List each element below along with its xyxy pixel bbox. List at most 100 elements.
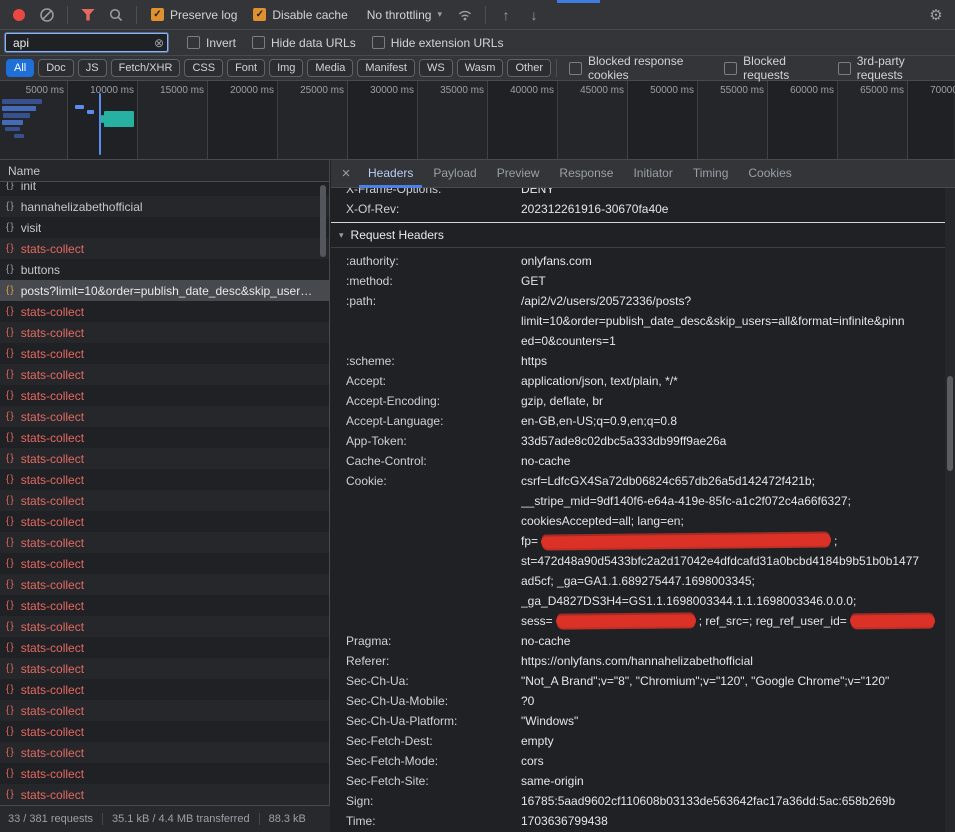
tab-timing[interactable]: Timing: [684, 160, 738, 188]
close-details-icon[interactable]: ×: [335, 165, 357, 182]
general-headers: X-Frame-Options:DENYX-Of-Rev:20231226191…: [331, 188, 955, 219]
request-name: stats-collect: [21, 725, 84, 739]
header-name: Sec-Fetch-Dest:: [331, 731, 521, 751]
script-icon: {}: [6, 747, 15, 758]
request-row[interactable]: {}stats-collect: [0, 511, 329, 532]
request-row[interactable]: {}stats-collect: [0, 763, 329, 784]
clear-button[interactable]: [34, 3, 60, 27]
chevron-down-icon: ▾: [437, 9, 442, 20]
filter-chip-fetch-xhr[interactable]: Fetch/XHR: [111, 59, 181, 77]
list-scrollbar[interactable]: [318, 183, 328, 783]
request-row[interactable]: {}buttons: [0, 259, 329, 280]
time-tick-label: 5000 ms: [8, 85, 64, 96]
request-row[interactable]: {}stats-collect: [0, 532, 329, 553]
request-row[interactable]: {}stats-collect: [0, 574, 329, 595]
clear-filter-icon[interactable]: ⊗: [154, 36, 164, 50]
details-scrollbar-thumb[interactable]: [947, 376, 953, 471]
script-icon: {}: [6, 432, 15, 443]
request-row[interactable]: {}stats-collect: [0, 469, 329, 490]
filter-chip-manifest[interactable]: Manifest: [357, 59, 415, 77]
time-tick-label: 25000 ms: [288, 85, 344, 96]
import-har-button[interactable]: ↑: [493, 3, 519, 27]
record-button[interactable]: [6, 3, 32, 27]
filter-chip-img[interactable]: Img: [269, 59, 303, 77]
request-row[interactable]: {}visit: [0, 217, 329, 238]
waterfall-overview[interactable]: 5000 ms10000 ms15000 ms20000 ms25000 ms3…: [0, 81, 955, 160]
request-row[interactable]: {}stats-collect: [0, 301, 329, 322]
checkbox-blocked-requests[interactable]: Blocked requests: [724, 54, 822, 82]
tab-preview[interactable]: Preview: [488, 160, 549, 188]
request-row[interactable]: {}stats-collect: [0, 406, 329, 427]
advanced-filter-checkboxes: Blocked response cookies Blocked requests…: [562, 54, 949, 82]
filter-chip-wasm[interactable]: Wasm: [457, 59, 504, 77]
request-row[interactable]: {}stats-collect: [0, 679, 329, 700]
request-row[interactable]: {}stats-collect: [0, 595, 329, 616]
request-row[interactable]: {}stats-collect: [0, 385, 329, 406]
request-row[interactable]: {}stats-collect: [0, 490, 329, 511]
request-row[interactable]: {}stats-collect: [0, 742, 329, 763]
network-conditions-button[interactable]: [452, 3, 478, 27]
throttling-select[interactable]: No throttling ▾: [359, 8, 450, 22]
request-row[interactable]: {}stats-collect: [0, 658, 329, 679]
request-name: stats-collect: [21, 389, 84, 403]
header-row: Sec-Ch-Ua-Mobile:?0: [331, 691, 955, 711]
request-row[interactable]: {}stats-collect: [0, 448, 329, 469]
checkbox-hide-data-urls[interactable]: Hide data URLs: [252, 36, 356, 50]
filter-input[interactable]: [11, 35, 149, 51]
details-scrollbar[interactable]: [945, 188, 955, 832]
header-name: Pragma:: [331, 631, 521, 651]
request-row[interactable]: {}posts?limit=10&order=publish_date_desc…: [0, 280, 329, 301]
request-row[interactable]: {}stats-collect: [0, 784, 329, 805]
tab-payload[interactable]: Payload: [424, 160, 485, 188]
request-row[interactable]: {}stats-collect: [0, 238, 329, 259]
request-row[interactable]: {}stats-collect: [0, 322, 329, 343]
filter-chip-media[interactable]: Media: [307, 59, 353, 77]
filter-toggle-button[interactable]: [75, 3, 101, 27]
filter-chip-ws[interactable]: WS: [419, 59, 453, 77]
tab-response[interactable]: Response: [550, 160, 622, 188]
time-tick-label: 30000 ms: [358, 85, 414, 96]
filter-chip-all[interactable]: All: [6, 59, 34, 77]
tab-initiator[interactable]: Initiator: [624, 160, 681, 188]
checkbox-invert[interactable]: Invert: [187, 36, 236, 50]
request-row[interactable]: {}stats-collect: [0, 637, 329, 658]
request-row[interactable]: {}init: [0, 182, 329, 196]
request-row[interactable]: {}stats-collect: [0, 364, 329, 385]
filter-chip-other[interactable]: Other: [507, 59, 551, 77]
checkbox-blocked-response-cookies[interactable]: Blocked response cookies: [569, 54, 708, 82]
request-headers-section-header[interactable]: ▾ Request Headers: [331, 223, 955, 248]
requests-summary: 33 / 381 requests: [8, 813, 102, 825]
name-column-header[interactable]: Name: [0, 160, 329, 182]
request-row[interactable]: {}stats-collect: [0, 700, 329, 721]
tab-cookies[interactable]: Cookies: [739, 160, 800, 188]
header-row: Pragma:no-cache: [331, 631, 955, 651]
request-row[interactable]: {}stats-collect: [0, 343, 329, 364]
filter-chip-doc[interactable]: Doc: [38, 59, 74, 77]
script-icon: {}: [6, 453, 15, 464]
checkbox-label: Blocked response cookies: [588, 54, 708, 82]
request-name: stats-collect: [21, 641, 84, 655]
details-pane: × HeadersPayloadPreviewResponseInitiator…: [331, 160, 955, 832]
request-name: stats-collect: [21, 347, 84, 361]
settings-gear-icon[interactable]: ⚙: [923, 3, 949, 27]
filter-chip-font[interactable]: Font: [227, 59, 265, 77]
checkbox-preserve-log[interactable]: ✓Preserve log: [151, 8, 237, 22]
request-row[interactable]: {}stats-collect: [0, 616, 329, 637]
request-name: stats-collect: [21, 368, 84, 382]
time-tick-label: 35000 ms: [428, 85, 484, 96]
tab-headers[interactable]: Headers: [359, 160, 422, 188]
request-row[interactable]: {}hannahelizabethofficial: [0, 196, 329, 217]
request-row[interactable]: {}stats-collect: [0, 553, 329, 574]
filter-chip-js[interactable]: JS: [78, 59, 107, 77]
request-row[interactable]: {}stats-collect: [0, 721, 329, 742]
script-icon: {}: [6, 182, 15, 191]
details-tabs: × HeadersPayloadPreviewResponseInitiator…: [331, 160, 955, 188]
export-har-button[interactable]: ↓: [521, 3, 547, 27]
search-button[interactable]: [103, 3, 129, 27]
list-scrollbar-thumb[interactable]: [320, 185, 326, 257]
request-row[interactable]: {}stats-collect: [0, 427, 329, 448]
checkbox-disable-cache[interactable]: ✓Disable cache: [253, 8, 347, 22]
filter-chip-css[interactable]: CSS: [184, 59, 223, 77]
checkbox-3rd-party-requests[interactable]: 3rd-party requests: [838, 54, 940, 82]
checkbox-hide-extension-urls[interactable]: Hide extension URLs: [372, 36, 504, 50]
